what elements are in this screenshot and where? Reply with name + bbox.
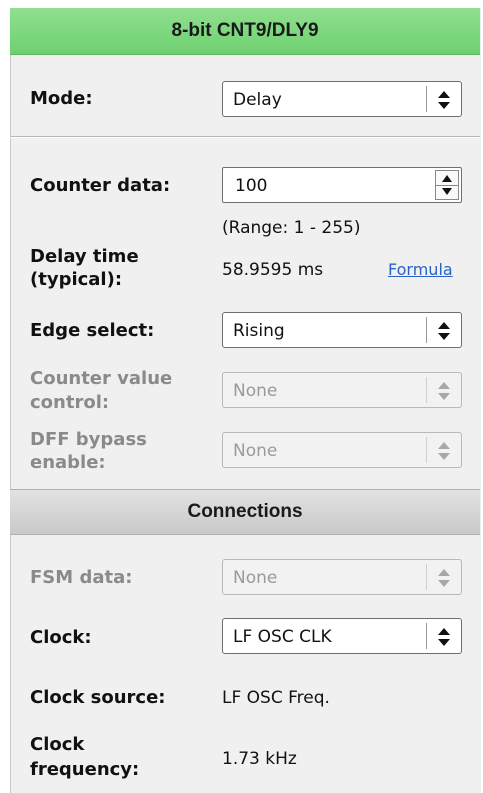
delay-time-label-line2: (typical): — [30, 269, 123, 290]
counter-value-control-value: None — [233, 381, 278, 401]
up-down-arrows-icon — [438, 628, 450, 646]
spinner-arrows-icon[interactable] — [435, 170, 459, 200]
clock-source-value: LF OSC Freq. — [222, 688, 330, 708]
clock-value: LF OSC CLK — [233, 627, 332, 647]
mode-dropdown-value: Delay — [233, 90, 282, 110]
delay-time-value: 58.9595 ms — [222, 260, 324, 280]
counter-value-control-label-line2: control: — [30, 392, 110, 413]
clock-frequency-label-line2: frequency: — [30, 759, 140, 780]
dropdown-separator — [426, 623, 427, 649]
clock-label: Clock: — [30, 627, 92, 648]
counter-value-control-dropdown: None — [222, 372, 462, 408]
connections-title: Connections — [187, 501, 303, 522]
fsm-data-dropdown: None — [222, 559, 462, 595]
clock-frequency-value: 1.73 kHz — [222, 749, 297, 769]
counter-data-label: Counter data: — [30, 175, 171, 196]
clock-dropdown[interactable]: LF OSC CLK — [222, 618, 462, 654]
fsm-data-label: FSM data: — [30, 567, 133, 588]
clock-source-label: Clock source: — [30, 687, 166, 708]
delay-time-label-line1: Delay time — [30, 246, 139, 267]
up-down-arrows-icon — [438, 91, 450, 109]
counter-range-text: (Range: 1 - 255) — [222, 218, 361, 238]
dff-bypass-label-line1: DFF bypass — [30, 429, 147, 450]
dropdown-separator — [426, 86, 427, 112]
dropdown-separator — [426, 377, 427, 403]
dff-bypass-value: None — [233, 441, 278, 461]
clock-frequency-label-line1: Clock — [30, 734, 85, 755]
up-down-arrows-icon — [438, 382, 450, 400]
counter-data-value: 100 — [235, 176, 268, 196]
edge-select-label: Edge select: — [30, 320, 155, 341]
dff-bypass-dropdown: None — [222, 432, 462, 468]
up-down-arrows-icon — [438, 442, 450, 460]
spinner-divider — [436, 185, 458, 186]
section-divider — [10, 136, 480, 138]
connections-section-header: Connections — [10, 489, 480, 535]
up-down-arrows-icon — [438, 322, 450, 340]
panel-header: 8-bit CNT9/DLY9 — [10, 8, 480, 55]
fsm-data-value: None — [233, 568, 278, 588]
mode-label: Mode: — [30, 88, 93, 109]
panel-title: 8-bit CNT9/DLY9 — [171, 20, 319, 41]
edge-select-value: Rising — [233, 321, 285, 341]
formula-link[interactable]: Formula — [388, 260, 453, 280]
counter-data-input[interactable]: 100 — [222, 167, 462, 203]
edge-select-dropdown[interactable]: Rising — [222, 312, 462, 348]
dropdown-separator — [426, 437, 427, 463]
mode-dropdown[interactable]: Delay — [222, 81, 462, 117]
dropdown-separator — [426, 317, 427, 343]
dropdown-separator — [426, 564, 427, 590]
counter-value-control-label-line1: Counter value — [30, 368, 173, 389]
dff-bypass-label-line2: enable: — [30, 452, 106, 473]
up-down-arrows-icon — [438, 569, 450, 587]
